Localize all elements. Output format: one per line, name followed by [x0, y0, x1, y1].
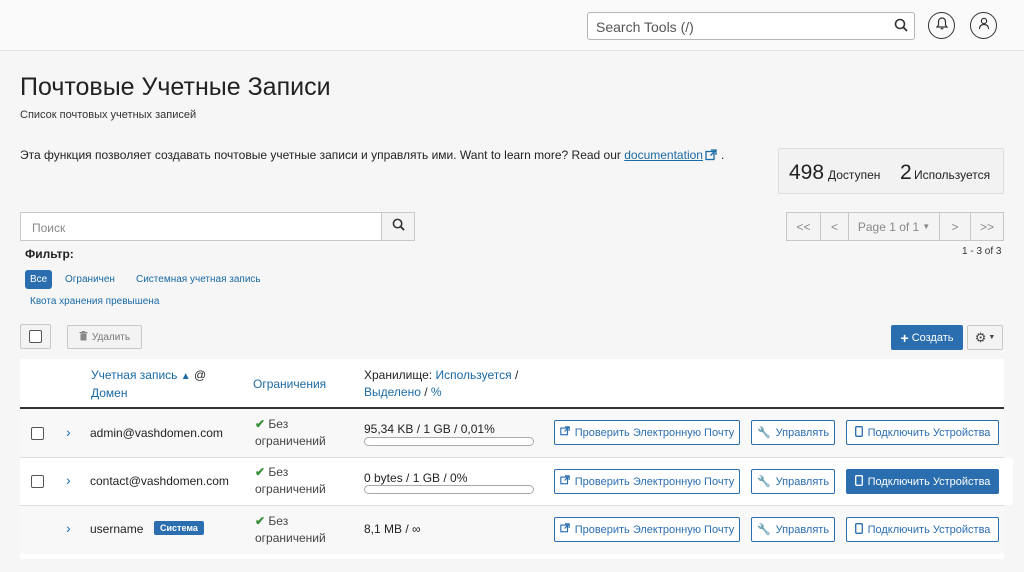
external-link-icon [560, 475, 570, 488]
manage-button[interactable]: 🔧 Управлять [751, 517, 835, 542]
documentation-link[interactable]: documentation [624, 148, 703, 162]
storage-usage-text: 95,34 KB / 1 GB / 0,01% [364, 422, 495, 436]
wrench-icon: 🔧 [756, 427, 771, 439]
column-header-account[interactable]: Учетная запись ▲ @ Домен [91, 367, 206, 402]
storage-usage-text: 0 bytes / 1 GB / 0% [364, 471, 468, 485]
external-link-icon [560, 523, 570, 536]
select-all-checkbox[interactable] [29, 330, 42, 343]
plus-icon: + [900, 329, 909, 346]
search-icon [392, 218, 405, 236]
caret-down-icon: ▼ [922, 222, 931, 231]
create-label: Создать [911, 331, 954, 344]
sort-domain-link[interactable]: Домен [91, 386, 128, 400]
filter-quota-exceeded[interactable]: Квота хранения превышена [30, 296, 159, 307]
filter-all[interactable]: Все [25, 270, 53, 289]
account-name: admin@vashdomen.com [90, 426, 223, 440]
mobile-icon [854, 474, 863, 489]
used-label: Используется [914, 168, 991, 182]
sort-account-link[interactable]: Учетная запись [91, 368, 177, 382]
expand-row-icon[interactable]: › [66, 424, 71, 440]
trash-icon [79, 330, 88, 344]
connect-devices-button[interactable]: Подключить Устройства [846, 517, 999, 542]
quota-stats: 498 Доступен 2 Используется [778, 148, 1004, 194]
external-link-icon[interactable] [705, 149, 717, 164]
check-icon: ✔ [255, 514, 266, 528]
notifications-button[interactable] [928, 12, 955, 39]
search-icon[interactable] [894, 18, 908, 37]
check-email-button[interactable]: Проверить Электронную Почту [554, 420, 740, 445]
prev-page-button[interactable]: < [820, 212, 849, 241]
last-page-button[interactable]: >> [970, 212, 1004, 241]
wrench-icon: 🔧 [756, 524, 771, 536]
page-label: Page 1 of 1 [857, 219, 920, 234]
used-count: 2 [900, 161, 912, 184]
page-subtitle: Список почтовых учетных записей [20, 109, 197, 121]
intro-end: . [720, 148, 725, 162]
user-menu-button[interactable] [970, 12, 997, 39]
gear-icon: ⚙ [974, 329, 987, 345]
check-icon: ✔ [255, 417, 266, 431]
storage-usage-bar [364, 437, 534, 446]
search-tools-input[interactable]: Search Tools (/) [587, 12, 915, 40]
connect-devices-button[interactable]: Подключить Устройства [846, 469, 999, 494]
caret-down-icon: ▼ [988, 334, 996, 341]
expand-row-icon[interactable]: › [66, 520, 71, 536]
select-all-button[interactable] [20, 324, 51, 349]
column-header-limits[interactable]: Ограничения [253, 376, 326, 393]
sort-storage-percent-link[interactable]: % [431, 385, 442, 399]
account-limits: ✔ Без ограничений [255, 514, 326, 545]
first-page-button[interactable]: << [786, 212, 821, 241]
account-search-input[interactable]: Поиск [20, 212, 415, 241]
table-settings-button[interactable]: ⚙ ▼ [967, 325, 1003, 350]
row-checkbox[interactable] [31, 427, 44, 440]
filter-system-account[interactable]: Системная учетная запись [136, 274, 261, 285]
check-icon: ✔ [255, 465, 266, 479]
account-name: username [90, 522, 144, 536]
account-search-button[interactable] [381, 213, 414, 240]
bell-icon [935, 16, 948, 35]
top-bar: Search Tools (/) [0, 0, 1024, 51]
available-label: Доступен [828, 168, 881, 182]
account-limits: ✔ Без ограничений [255, 417, 326, 448]
system-badge: Система [154, 521, 204, 535]
user-icon [978, 17, 990, 35]
available-count: 498 [789, 161, 825, 184]
check-email-button[interactable]: Проверить Электронную Почту [554, 517, 740, 542]
page-title: Почтовые Учетные Записи [20, 73, 331, 101]
account-search-placeholder: Поиск [32, 221, 66, 235]
account-limits: ✔ Без ограничений [255, 465, 326, 496]
sort-up-icon[interactable]: ▲ [181, 371, 191, 382]
sort-storage-allocated-link[interactable]: Выделено [364, 385, 421, 399]
intro-text: Эта функция позволяет создавать почтовые… [20, 148, 724, 164]
account-name: contact@vashdomen.com [90, 474, 229, 488]
results-count: 1 - 3 of 3 [962, 246, 1002, 257]
mobile-icon [854, 425, 863, 440]
create-button[interactable]: + Создать [891, 325, 963, 350]
row-checkbox[interactable] [31, 475, 44, 488]
manage-button[interactable]: 🔧 Управлять [751, 469, 835, 494]
expand-row-icon[interactable]: › [66, 472, 71, 488]
column-header-storage: Хранилище: Используется / Выделено / % [364, 368, 519, 399]
next-page-button[interactable]: > [939, 212, 971, 241]
sort-storage-used-link[interactable]: Используется [435, 368, 511, 382]
manage-button[interactable]: 🔧 Управлять [751, 420, 835, 445]
intro-description: Эта функция позволяет создавать почтовые… [20, 148, 621, 162]
search-tools-placeholder: Search Tools (/) [596, 19, 694, 35]
check-email-button[interactable]: Проверить Электронную Почту [554, 469, 740, 494]
external-link-icon [560, 426, 570, 439]
mobile-icon [854, 522, 863, 537]
sort-limits-link[interactable]: Ограничения [253, 377, 326, 391]
storage-usage-text: 8,1 MB / ∞ [364, 522, 421, 536]
delete-label: Удалить [91, 331, 131, 343]
page-select[interactable]: Page 1 of 1 ▼ [848, 212, 940, 241]
storage-usage-bar [364, 485, 534, 494]
connect-devices-button[interactable]: Подключить Устройства [846, 420, 999, 445]
filter-restricted[interactable]: Ограничен [65, 274, 115, 285]
filter-label: Фильтр: [25, 247, 74, 261]
wrench-icon: 🔧 [756, 476, 771, 488]
delete-button[interactable]: Удалить [67, 325, 142, 349]
